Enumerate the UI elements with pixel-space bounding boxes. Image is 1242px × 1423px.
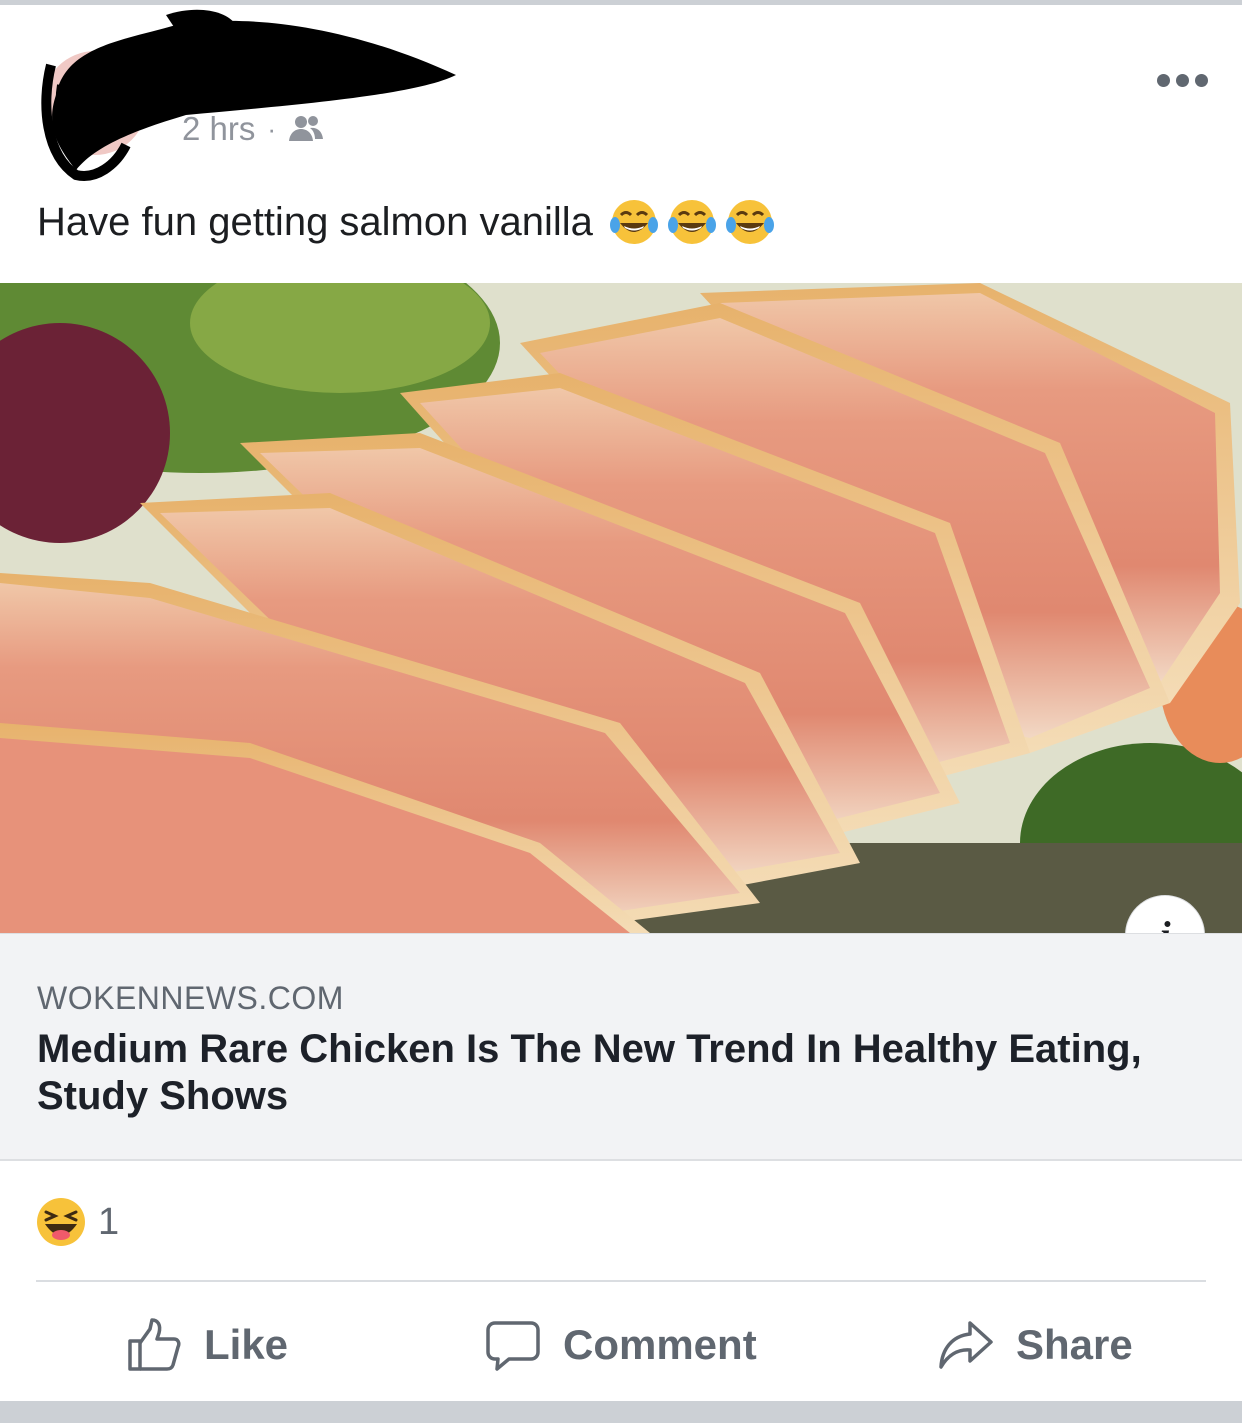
tears-of-joy-emoji-icon — [667, 200, 716, 244]
share-button[interactable]: Share — [938, 1305, 1133, 1385]
post-message-text: Have fun getting salmon vanilla — [37, 200, 593, 244]
redaction-scribble — [41, 9, 456, 181]
feed-post: 2 hrs · Have fun getting salmon vanilla — [0, 5, 1242, 1401]
link-title: Medium Rare Chicken Is The New Trend In … — [37, 1027, 1142, 1118]
post-action-bar: Like Comment Share — [0, 1305, 1242, 1385]
comment-label: Comment — [563, 1321, 757, 1368]
emoji-group — [607, 195, 777, 249]
meta-separator: · — [267, 113, 277, 144]
more-dot — [1194, 73, 1208, 87]
more-dot — [1156, 73, 1170, 87]
link-domain: WOKENNEWS.COM — [37, 980, 344, 1016]
tears-of-joy-emoji-icon — [725, 200, 774, 244]
share-arrow-icon — [939, 1321, 993, 1369]
feed-bottom-separator — [0, 1401, 1242, 1423]
post-timestamp[interactable]: 2 hrs — [182, 110, 255, 148]
action-divider — [36, 1280, 1206, 1282]
reaction-count: 1 — [98, 1200, 120, 1243]
friends-icon[interactable] — [288, 113, 324, 145]
link-preview-image[interactable] — [0, 283, 1242, 933]
share-label: Share — [1016, 1321, 1133, 1368]
comment-bubble-icon — [486, 1321, 540, 1371]
more-options-icon[interactable] — [1150, 63, 1214, 97]
thumbs-up-icon — [128, 1318, 181, 1371]
more-dot — [1175, 73, 1189, 87]
haha-reaction-icon — [37, 1198, 85, 1246]
like-label: Like — [204, 1321, 289, 1368]
comment-button[interactable]: Comment — [485, 1305, 757, 1385]
tears-of-joy-emoji-icon — [609, 200, 658, 244]
like-button[interactable]: Like — [126, 1305, 288, 1385]
reaction-summary[interactable]: 1 — [36, 1197, 119, 1247]
link-caption[interactable]: WOKENNEWS.COM Medium Rare Chicken Is The… — [0, 933, 1242, 1161]
post-meta: 2 hrs · — [182, 109, 324, 149]
post-message: Have fun getting salmon vanilla — [37, 195, 1207, 249]
